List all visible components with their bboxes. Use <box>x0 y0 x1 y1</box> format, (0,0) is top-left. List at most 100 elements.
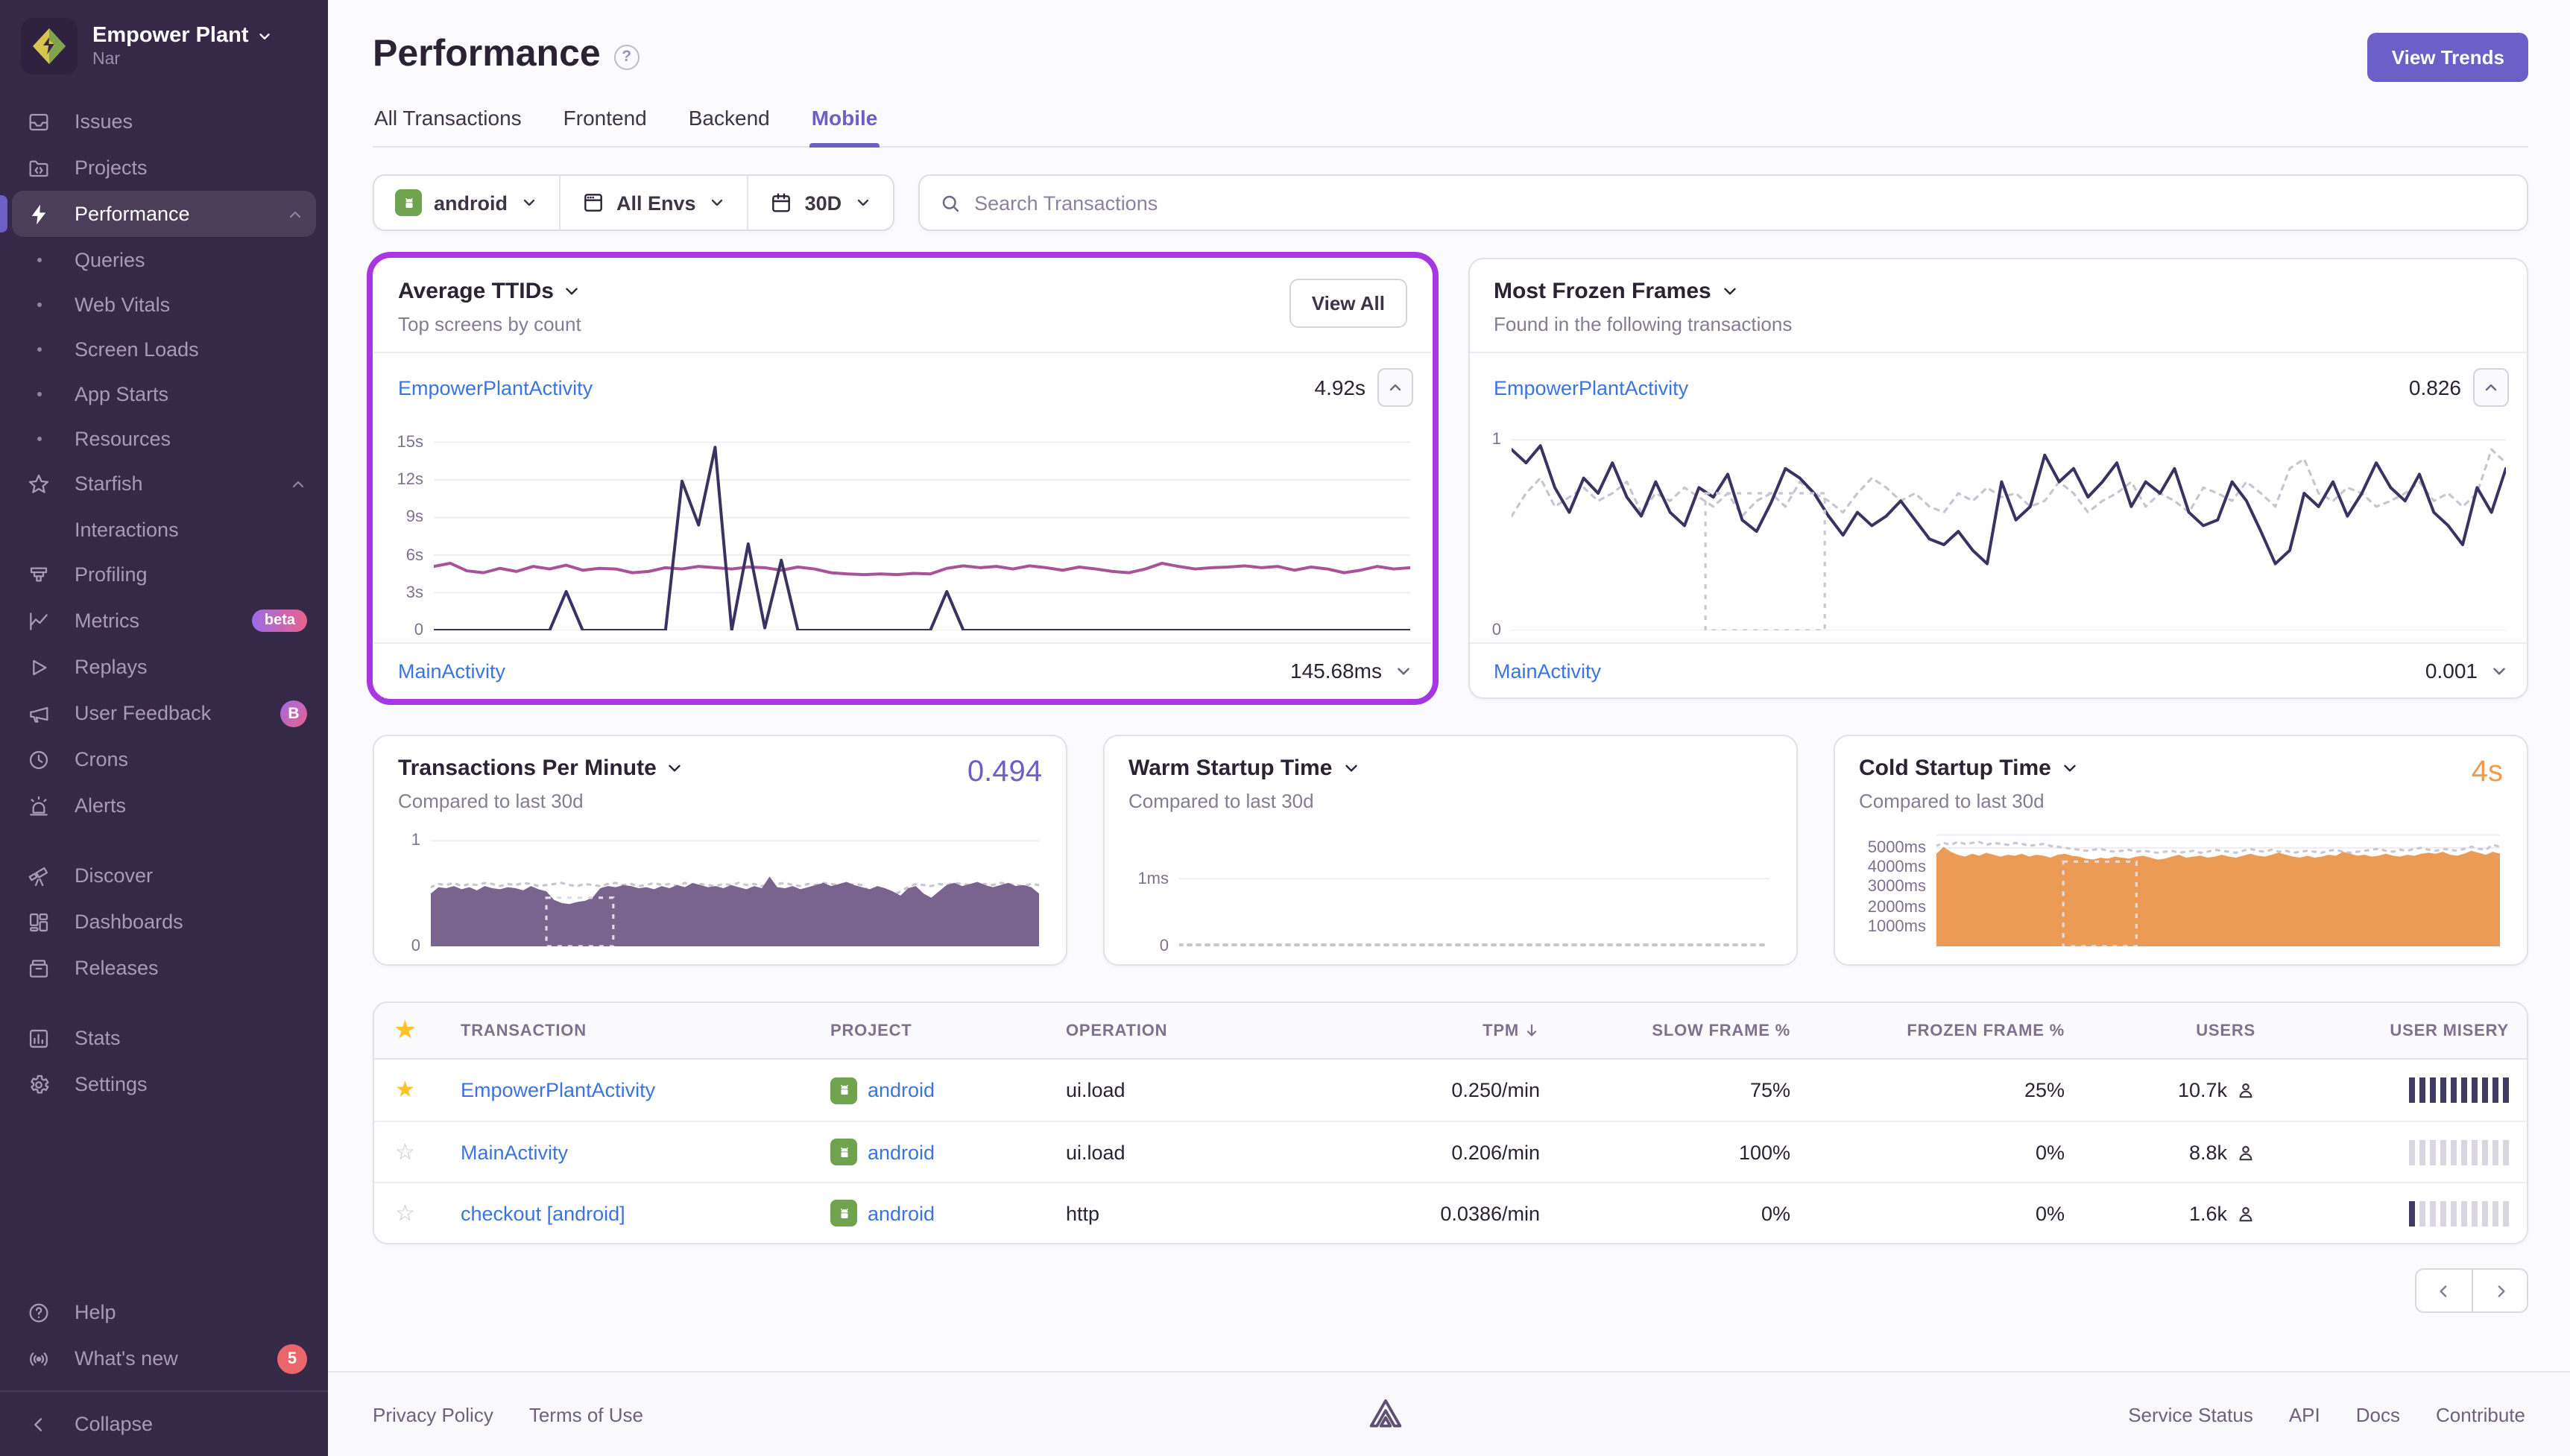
clock-icon <box>24 747 54 771</box>
y-axis-tick: 3000ms <box>1868 879 1926 896</box>
column-header-tpm[interactable]: TPM <box>1310 1022 1561 1039</box>
warm-startup-title-dropdown[interactable]: Warm Startup Time <box>1128 756 1772 781</box>
previous-page-button[interactable] <box>2415 1268 2472 1313</box>
project-link[interactable]: android <box>868 1141 935 1163</box>
sidebar-collapse[interactable]: Collapse <box>0 1390 328 1456</box>
chevron-down-icon <box>2490 661 2509 680</box>
sidebar-item-releases[interactable]: Releases <box>0 945 328 991</box>
collapse-row-button[interactable] <box>1377 368 1413 407</box>
tpm-title-dropdown[interactable]: Transactions Per Minute <box>398 756 1042 781</box>
table-row: ☆MainActivityandroidui.load0.206/min100%… <box>374 1121 2527 1182</box>
bullet-icon <box>24 257 54 262</box>
footer-link-service-status[interactable]: Service Status <box>2128 1403 2253 1425</box>
sidebar-item-queries[interactable]: Queries <box>0 237 328 282</box>
transaction-link[interactable]: EmpowerPlantActivity <box>398 376 593 399</box>
transaction-link[interactable]: MainActivity <box>461 1141 568 1163</box>
releases-icon <box>24 956 54 980</box>
view-all-button[interactable]: View All <box>1289 279 1407 328</box>
collapse-label: Collapse <box>75 1413 153 1435</box>
sidebar-item-performance[interactable]: Performance <box>12 191 316 237</box>
transaction-link[interactable]: EmpowerPlantActivity <box>461 1079 655 1101</box>
broadcast-icon <box>24 1346 54 1370</box>
tab-all-transactions[interactable]: All Transactions <box>373 106 523 146</box>
sidebar-item-web-vitals[interactable]: Web Vitals <box>0 282 328 326</box>
most-frozen-frames-chart: 10 <box>1476 425 2506 630</box>
sidebar-item-issues[interactable]: Issues <box>0 98 328 145</box>
tab-backend[interactable]: Backend <box>687 106 771 146</box>
sidebar-item-app-starts[interactable]: App Starts <box>0 371 328 416</box>
expand-row-button[interactable] <box>2490 661 2509 680</box>
tpm-panel: Transactions Per Minute 0.494 Compared t… <box>373 735 1067 966</box>
favorite-star[interactable]: ☆ <box>395 1202 415 1224</box>
project-link[interactable]: android <box>868 1202 935 1224</box>
column-header-users[interactable]: USERS <box>2086 1022 2276 1039</box>
tpm-cell: 0.206/min <box>1310 1141 1561 1163</box>
sidebar-item-interactions[interactable]: Interactions <box>0 507 328 551</box>
transaction-link[interactable]: MainActivity <box>398 659 505 682</box>
sidebar-item-user-feedback[interactable]: User FeedbackB <box>0 690 328 736</box>
column-header-operation[interactable]: OPERATION <box>1045 1022 1310 1039</box>
sidebar-item-projects[interactable]: Projects <box>0 145 328 191</box>
footer-link-docs[interactable]: Docs <box>2356 1403 2400 1425</box>
sidebar-item-metrics[interactable]: Metricsbeta <box>0 598 328 644</box>
collapse-row-button[interactable] <box>2473 368 2509 407</box>
chevron-down-icon <box>708 194 726 212</box>
siren-icon <box>24 794 54 817</box>
footer-link-api[interactable]: API <box>2289 1403 2320 1425</box>
replays-icon <box>24 655 54 679</box>
cold-startup-title-dropdown[interactable]: Cold Startup Time <box>1859 756 2503 781</box>
tab-frontend[interactable]: Frontend <box>562 106 648 146</box>
footer-link-terms-of-use[interactable]: Terms of Use <box>529 1403 643 1425</box>
project-filter[interactable]: android <box>374 176 558 230</box>
sidebar-item-discover[interactable]: Discover <box>0 852 328 899</box>
tab-mobile[interactable]: Mobile <box>810 106 880 146</box>
sidebar-item-what-s-new[interactable]: What's new5 <box>0 1335 328 1381</box>
tpm-chart: 10 <box>398 830 1039 946</box>
column-header-transaction[interactable]: TRANSACTION <box>440 1022 809 1039</box>
chevron-down-icon <box>563 282 582 301</box>
transaction-link[interactable]: MainActivity <box>1494 659 1601 682</box>
project-link[interactable]: android <box>868 1079 935 1101</box>
average-ttids-title-dropdown[interactable]: Average TTIDs <box>398 279 582 304</box>
sidebar-item-settings[interactable]: Settings <box>0 1061 328 1107</box>
metric-value: 0.001 <box>2425 659 2478 683</box>
date-range-filter[interactable]: 30D <box>747 176 893 230</box>
column-header-frozen-frame[interactable]: FROZEN FRAME % <box>1811 1022 2086 1039</box>
view-trends-button[interactable]: View Trends <box>2368 33 2528 82</box>
slow-frame-cell: 75% <box>1561 1079 1811 1101</box>
telescope-icon <box>24 864 54 887</box>
column-header-user-misery[interactable]: USER MISERY <box>2276 1022 2528 1039</box>
operation-cell: ui.load <box>1045 1079 1310 1101</box>
transaction-link[interactable]: EmpowerPlantActivity <box>1494 376 1688 399</box>
chevron-down-icon <box>1720 282 1740 301</box>
sidebar-item-screen-loads[interactable]: Screen Loads <box>0 326 328 371</box>
sidebar-item-dashboards[interactable]: Dashboards <box>0 899 328 945</box>
help-icon[interactable]: ? <box>614 44 640 69</box>
sidebar-item-crons[interactable]: Crons <box>0 736 328 782</box>
sidebar-item-starfish[interactable]: Starfish <box>0 460 328 507</box>
sidebar-item-stats[interactable]: Stats <box>0 1015 328 1061</box>
column-header-slow-frame[interactable]: SLOW FRAME % <box>1561 1022 1811 1039</box>
sidebar-item-replays[interactable]: Replays <box>0 644 328 690</box>
footer-link-privacy-policy[interactable]: Privacy Policy <box>373 1403 493 1425</box>
expand-row-button[interactable] <box>1394 661 1413 680</box>
sidebar-item-profiling[interactable]: Profiling <box>0 551 328 598</box>
search-input[interactable] <box>974 192 2507 214</box>
footer-link-contribute[interactable]: Contribute <box>2436 1403 2525 1425</box>
favorite-star[interactable]: ☆ <box>395 1141 415 1163</box>
favorite-star[interactable]: ★ <box>395 1079 415 1101</box>
tpm-cell: 0.0386/min <box>1310 1202 1561 1224</box>
next-page-button[interactable] <box>2472 1268 2528 1313</box>
panel-subtitle: Compared to last 30d <box>1859 790 2503 812</box>
org-logo-icon <box>21 18 78 75</box>
sidebar-item-label: Stats <box>75 1027 121 1049</box>
environment-filter[interactable]: All Envs <box>558 176 747 230</box>
sidebar-item-help[interactable]: Help <box>0 1289 328 1335</box>
environments-icon <box>581 191 604 215</box>
most-frozen-frames-title-dropdown[interactable]: Most Frozen Frames <box>1494 279 1792 304</box>
transaction-link[interactable]: checkout [android] <box>461 1202 625 1224</box>
org-switcher[interactable]: Empower Plant Nar <box>0 0 328 89</box>
sidebar-item-alerts[interactable]: Alerts <box>0 782 328 829</box>
column-header-project[interactable]: PROJECT <box>809 1022 1045 1039</box>
sidebar-item-resources[interactable]: Resources <box>0 416 328 460</box>
